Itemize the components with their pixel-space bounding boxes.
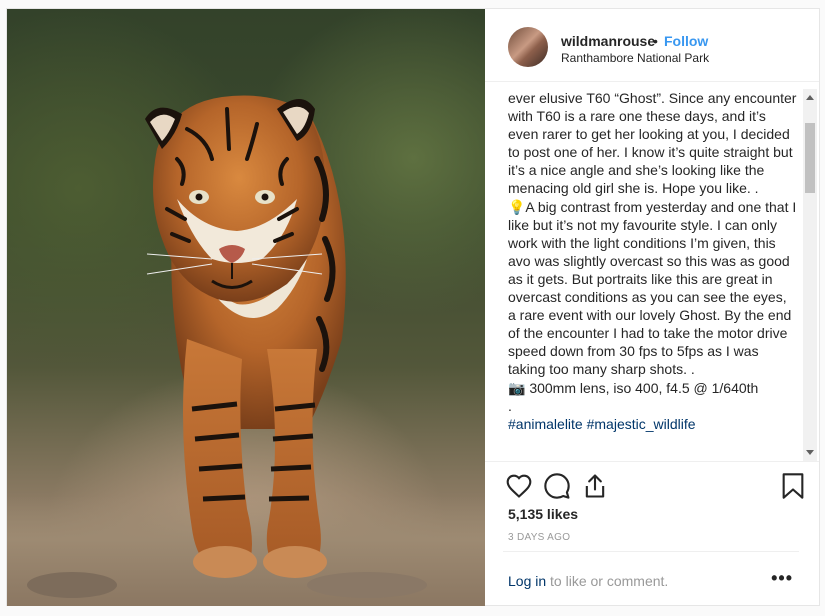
login-prompt: Log in to like or comment. [508,573,668,589]
caption-paragraph: . [508,397,512,414]
caption-paragraph: 📷 300mm lens, iso 400, f4.5 @ 1/640th [508,379,759,396]
bookmark-icon[interactable] [779,472,807,500]
share-icon[interactable] [581,472,609,500]
comment-icon[interactable] [543,472,571,500]
caption-paragraph: 💡A big contrast from yesterday and one t… [508,198,797,378]
hashtag-links[interactable]: #animalelite #majestic_wildlife [508,415,798,433]
post-date: 3 DAYS AGO [508,532,571,543]
scroll-up-arrow-icon[interactable] [806,95,814,100]
scrollbar-thumb[interactable] [805,123,815,193]
comment-bar: Log in to like or comment. ••• [503,551,799,607]
scrollbar[interactable] [803,89,817,461]
tiger-image [145,95,346,578]
caption-text: ever elusive T60 “Ghost”. Since any enco… [508,89,798,433]
more-options-icon[interactable]: ••• [771,568,793,589]
post-header: wildmanrouse • Follow Ranthambore Nation… [485,9,819,82]
avatar[interactable] [508,27,548,67]
post-photo[interactable] [7,9,485,606]
follow-button[interactable]: Follow [664,33,708,49]
separator-dot: • [653,33,658,49]
location-link[interactable]: Ranthambore National Park [561,51,709,65]
instagram-post: wildmanrouse • Follow Ranthambore Nation… [6,8,820,606]
login-link[interactable]: Log in [508,573,546,589]
heart-icon[interactable] [505,472,533,500]
post-sidebar: wildmanrouse • Follow Ranthambore Nation… [485,9,819,606]
scroll-down-arrow-icon[interactable] [806,450,814,455]
username-link[interactable]: wildmanrouse [561,33,655,49]
caption-scroll-area[interactable]: ever elusive T60 “Ghost”. Since any enco… [508,89,798,461]
likes-count[interactable]: 5,135 likes [508,506,578,522]
login-prompt-text: to like or comment. [546,573,669,589]
caption-paragraph: ever elusive T60 “Ghost”. Since any enco… [508,90,797,197]
